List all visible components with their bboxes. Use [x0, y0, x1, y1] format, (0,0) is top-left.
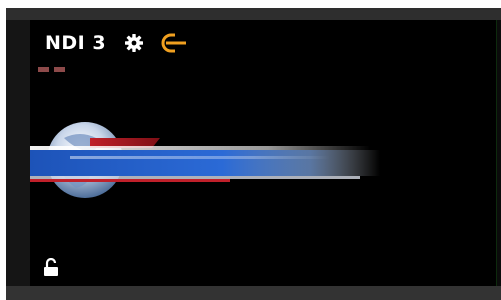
side-rail	[6, 20, 30, 286]
lower-third-graphic	[30, 122, 380, 198]
gear-icon[interactable]	[124, 33, 144, 53]
tile-header-band	[6, 8, 501, 20]
ndi-connected-icon[interactable]	[157, 31, 187, 55]
source-name: NDI 3	[45, 32, 107, 54]
tile-footer-band	[6, 286, 501, 300]
top-edge	[0, 0, 501, 8]
ndi-source-tile: NDI 3	[0, 0, 501, 300]
video-preview[interactable]: NDI 3	[30, 20, 496, 286]
right-edge	[496, 20, 501, 286]
tally-indicator-2	[54, 67, 65, 72]
lock-open-icon[interactable]	[42, 258, 60, 278]
tally-indicator-1	[38, 67, 49, 72]
